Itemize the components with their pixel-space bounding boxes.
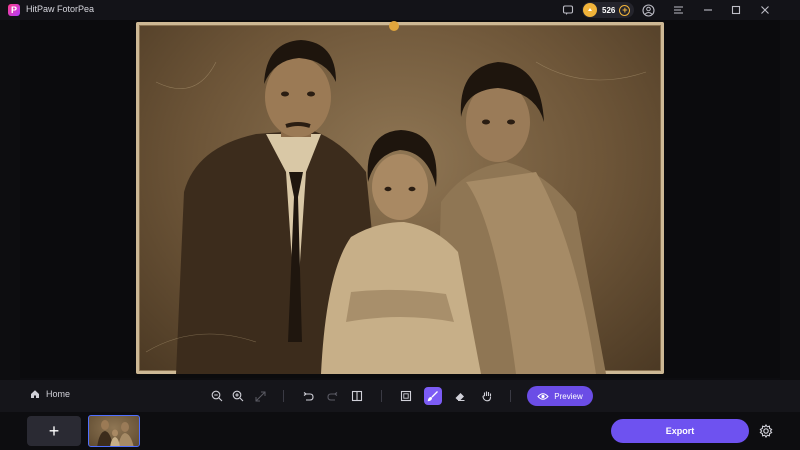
zoom-out-icon[interactable] — [208, 387, 226, 405]
export-button[interactable]: Export — [611, 419, 749, 443]
fit-screen-icon[interactable] — [251, 387, 269, 405]
account-icon[interactable] — [640, 2, 656, 18]
app-logo: P — [8, 4, 20, 16]
credits-count: 526 — [602, 5, 616, 15]
undo-icon[interactable] — [299, 387, 317, 405]
menu-icon[interactable] — [670, 2, 686, 18]
preview-button[interactable]: Preview — [527, 386, 593, 406]
home-icon — [31, 390, 39, 398]
add-image-button[interactable]: + — [27, 416, 81, 446]
image-handle[interactable] — [389, 21, 399, 31]
zoom-in-icon[interactable] — [229, 387, 247, 405]
brush-icon[interactable] — [424, 387, 442, 405]
add-credits-icon[interactable]: + — [619, 4, 631, 16]
settings-icon[interactable] — [757, 422, 775, 440]
app-title: HitPaw FotorPea — [26, 4, 95, 14]
photo-image[interactable] — [136, 22, 664, 374]
preview-label: Preview — [554, 391, 583, 401]
home-label: Home — [46, 389, 71, 399]
bottom-toolbar: Home Preview — [0, 380, 800, 412]
coin-icon — [583, 3, 597, 17]
compare-icon[interactable] — [348, 387, 366, 405]
image-thumbnail[interactable] — [88, 415, 140, 447]
home-button[interactable]: Home — [30, 389, 70, 399]
maximize-icon[interactable] — [728, 2, 744, 18]
bottom-strip: + Export — [0, 412, 800, 450]
credits-badge[interactable]: 526 + — [582, 2, 634, 18]
close-icon[interactable] — [757, 2, 773, 18]
eraser-icon[interactable] — [451, 387, 469, 405]
title-bar: P HitPaw FotorPea 526 + — [0, 0, 800, 20]
eye-icon — [537, 392, 549, 400]
toolbar-divider — [283, 390, 284, 402]
toolbar-divider — [381, 390, 382, 402]
redo-icon[interactable] — [323, 387, 341, 405]
feedback-icon[interactable] — [560, 2, 576, 18]
minimize-icon[interactable] — [700, 2, 716, 18]
hand-icon[interactable] — [478, 387, 496, 405]
crop-frame-icon[interactable] — [397, 387, 415, 405]
toolbar-divider — [510, 390, 511, 402]
